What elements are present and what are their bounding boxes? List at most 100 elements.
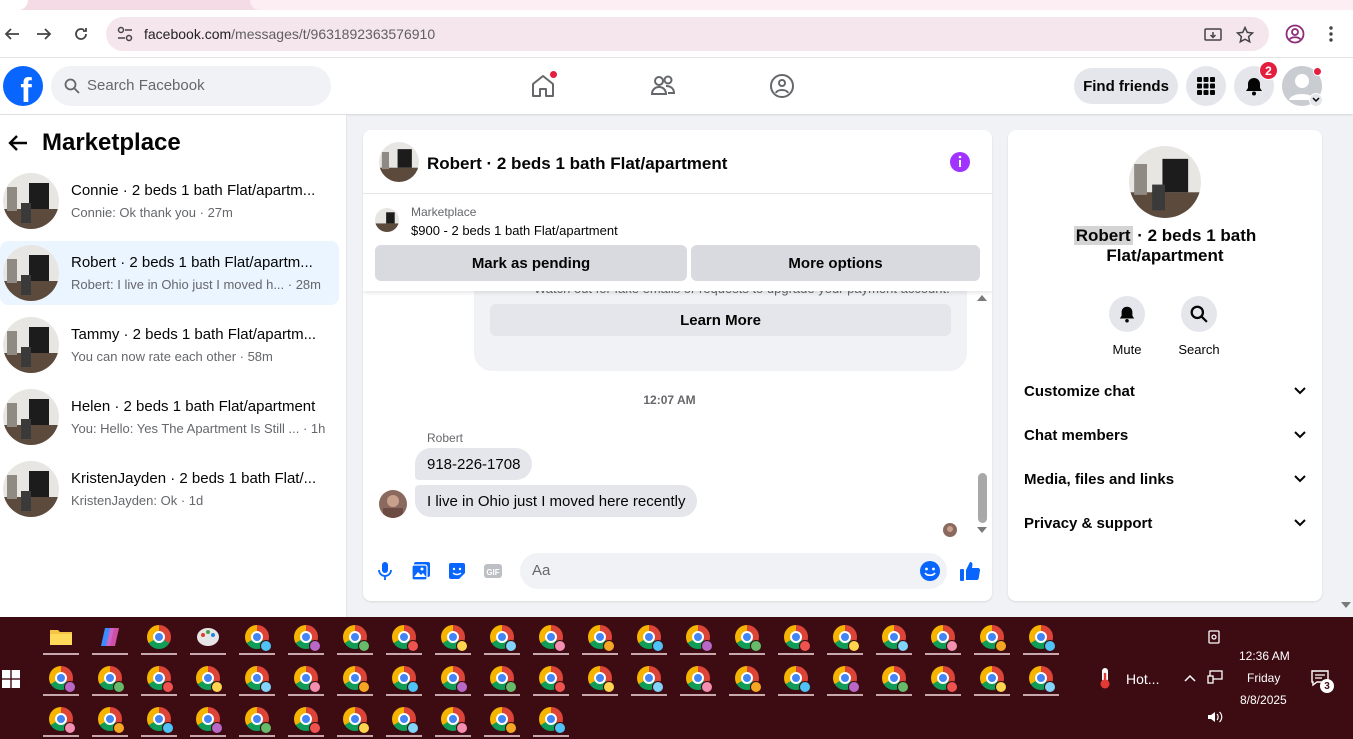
chat-avatar[interactable]	[379, 142, 419, 182]
customize-chat-section[interactable]: Customize chat	[1024, 373, 1306, 409]
conversation-item-active[interactable]: Robert · 2 beds 1 bath Flat/apartm... Ro…	[0, 241, 339, 305]
privacy-support-section[interactable]: Privacy & support	[1024, 505, 1306, 541]
chrome-taskbar-icon[interactable]	[531, 619, 571, 655]
weather-text[interactable]: Hot...	[1126, 671, 1159, 687]
chrome-taskbar-icon[interactable]	[335, 619, 375, 655]
search-action[interactable]: Search	[1169, 296, 1229, 357]
mute-action[interactable]: Mute	[1097, 296, 1157, 357]
chrome-taskbar-icon[interactable]	[335, 701, 375, 737]
chrome-taskbar-icon[interactable]	[482, 701, 522, 737]
chrome-taskbar-icon[interactable]	[384, 660, 424, 696]
chrome-taskbar-icon[interactable]	[286, 701, 326, 737]
profile-button[interactable]	[1283, 22, 1307, 46]
sticker-button[interactable]	[445, 559, 469, 583]
clock-date[interactable]: 8/8/2025	[1240, 693, 1287, 707]
conversation-item[interactable]: KristenJayden · 2 beds 1 bath Flat/... K…	[0, 457, 339, 521]
chrome-taskbar-icon[interactable]	[433, 701, 473, 737]
listing-avatar-large[interactable]	[1129, 146, 1201, 218]
chrome-taskbar-icon[interactable]	[41, 701, 81, 737]
chrome-taskbar-icon[interactable]	[580, 660, 620, 696]
chrome-taskbar-icon[interactable]	[41, 660, 81, 696]
chrome-taskbar-icon[interactable]	[237, 619, 277, 655]
chrome-taskbar-icon[interactable]	[237, 701, 277, 737]
chrome-taskbar-icon[interactable]	[972, 660, 1012, 696]
chrome-taskbar-icon[interactable]	[580, 619, 620, 655]
attach-photo-button[interactable]	[409, 559, 433, 583]
back-button[interactable]	[0, 22, 24, 46]
mark-as-pending-button[interactable]: Mark as pending	[375, 245, 687, 281]
chrome-taskbar-icon[interactable]	[1021, 619, 1061, 655]
chrome-taskbar-icon[interactable]	[629, 619, 669, 655]
chrome-taskbar-icon[interactable]	[433, 660, 473, 696]
chrome-taskbar-icon[interactable]	[776, 619, 816, 655]
emoji-icon[interactable]	[919, 560, 941, 582]
find-friends-button[interactable]: Find friends	[1074, 68, 1178, 104]
chrome-taskbar-icon[interactable]	[629, 660, 669, 696]
chrome-taskbar-icon[interactable]	[188, 660, 228, 696]
address-bar[interactable]: facebook.com/messages/t/9631892363576910	[106, 17, 1269, 51]
chrome-taskbar-icon[interactable]	[90, 701, 130, 737]
message-bubble[interactable]: 918-226-1708	[415, 448, 533, 480]
chrome-taskbar-icon[interactable]	[482, 619, 522, 655]
chrome-taskbar-icon[interactable]	[433, 619, 473, 655]
copilot-taskbar-icon[interactable]	[90, 619, 130, 655]
chrome-taskbar-icon[interactable]	[972, 619, 1012, 655]
chrome-taskbar-icon[interactable]	[139, 619, 179, 655]
chrome-taskbar-icon[interactable]	[139, 701, 179, 737]
conversation-item[interactable]: Tammy · 2 beds 1 bath Flat/apartm... You…	[0, 313, 339, 377]
chrome-taskbar-icon[interactable]	[90, 660, 130, 696]
thread-scrollbar-thumb[interactable]	[978, 473, 987, 523]
clock-time[interactable]: 12:36 AM	[1239, 649, 1290, 663]
chat-title[interactable]: Robert · 2 beds 1 bath Flat/apartment	[427, 154, 727, 174]
chrome-taskbar-icon[interactable]	[678, 619, 718, 655]
gif-button[interactable]: GIF	[481, 559, 505, 583]
like-button[interactable]	[958, 559, 982, 583]
chrome-taskbar-icon[interactable]	[237, 660, 277, 696]
chrome-taskbar-icon[interactable]	[776, 660, 816, 696]
chrome-taskbar-icon[interactable]	[923, 660, 963, 696]
chrome-taskbar-icon[interactable]	[482, 660, 522, 696]
voice-clip-button[interactable]	[373, 559, 397, 583]
clock-day[interactable]: Friday	[1247, 671, 1280, 685]
chrome-taskbar-icon[interactable]	[874, 660, 914, 696]
chrome-taskbar-icon[interactable]	[727, 619, 767, 655]
browser-menu-button[interactable]	[1319, 22, 1343, 46]
chat-members-section[interactable]: Chat members	[1024, 417, 1306, 453]
chrome-taskbar-icon[interactable]	[335, 660, 375, 696]
listing-price-title[interactable]: $900 - 2 beds 1 bath Flat/apartment	[411, 223, 618, 238]
conversation-item[interactable]: Connie · 2 beds 1 bath Flat/apartm... Co…	[0, 169, 339, 233]
learn-more-button[interactable]: Learn More	[490, 304, 951, 336]
chrome-taskbar-icon[interactable]	[923, 619, 963, 655]
media-files-links-section[interactable]: Media, files and links	[1024, 461, 1306, 497]
notifications-button[interactable]: 2	[1234, 61, 1278, 106]
reload-button[interactable]	[69, 22, 93, 46]
menu-button[interactable]	[1186, 66, 1226, 106]
chrome-taskbar-icon[interactable]	[874, 619, 914, 655]
conversation-item[interactable]: Helen · 2 beds 1 bath Flat/apartment You…	[0, 385, 339, 449]
message-input[interactable]: Aa	[520, 553, 947, 589]
sender-avatar[interactable]	[379, 490, 407, 518]
chrome-taskbar-icon[interactable]	[384, 701, 424, 737]
chrome-taskbar-icon[interactable]	[727, 660, 767, 696]
chrome-taskbar-icon[interactable]	[678, 660, 718, 696]
nav-groups[interactable]	[768, 72, 796, 100]
facebook-search-input[interactable]: Search Facebook	[51, 66, 331, 106]
windows-start-icon[interactable]	[2, 670, 20, 688]
facebook-logo[interactable]: f	[3, 66, 43, 106]
more-options-button[interactable]: More options	[691, 245, 980, 281]
chrome-taskbar-icon[interactable]	[188, 701, 228, 737]
chrome-taskbar-icon[interactable]	[531, 701, 571, 737]
chrome-taskbar-icon[interactable]	[384, 619, 424, 655]
page-scrollbar[interactable]	[1339, 115, 1353, 617]
tablet-mode-icon[interactable]	[1207, 629, 1221, 645]
chrome-taskbar-icon[interactable]	[1021, 660, 1061, 696]
chrome-taskbar-icon[interactable]	[139, 660, 179, 696]
file-explorer-taskbar-icon[interactable]	[41, 619, 81, 655]
forward-button[interactable]	[32, 22, 56, 46]
chrome-taskbar-icon[interactable]	[286, 660, 326, 696]
volume-icon[interactable]	[1207, 710, 1223, 724]
chrome-taskbar-icon[interactable]	[531, 660, 571, 696]
chevron-up-icon[interactable]	[1184, 674, 1196, 682]
account-button[interactable]	[1282, 66, 1323, 107]
message-bubble[interactable]: I live in Ohio just I moved here recentl…	[415, 485, 698, 517]
